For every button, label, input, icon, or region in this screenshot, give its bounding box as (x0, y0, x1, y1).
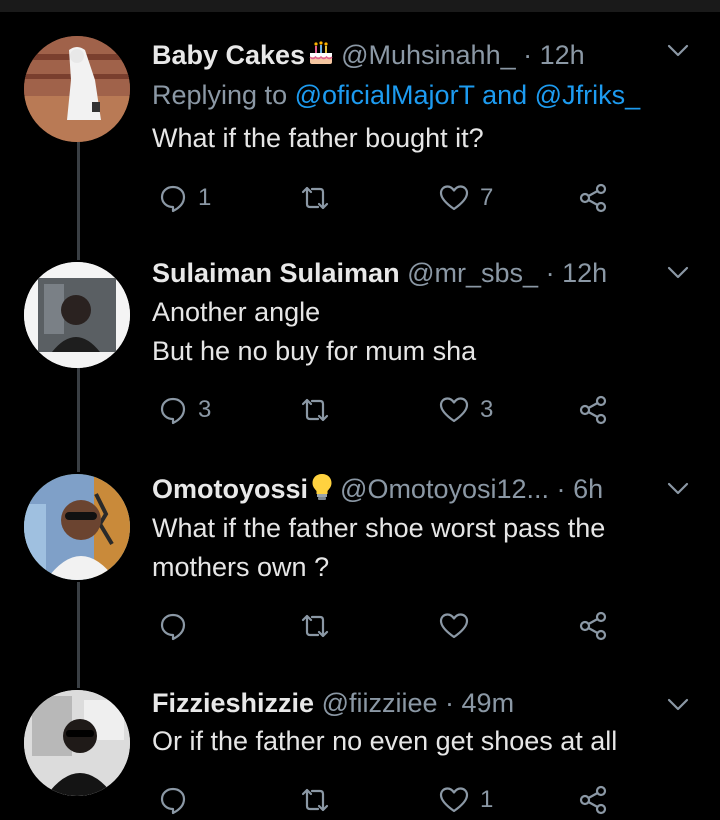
tweet-text: Another angle But he no buy for mum sha (152, 293, 692, 371)
handle[interactable]: @mr_sbs_ (407, 258, 538, 288)
timestamp[interactable]: 6h (573, 474, 603, 504)
reply-icon (158, 611, 188, 641)
replying-to: Replying to @oficialMajorT and @Jfriks_ (152, 78, 640, 112)
retweet-icon (298, 611, 332, 641)
share-icon (578, 183, 608, 213)
chevron-down-icon[interactable] (664, 258, 692, 286)
action-bar: 3 3 (152, 390, 632, 430)
action-bar (152, 606, 632, 646)
handle[interactable]: @fiizziiee (322, 688, 438, 718)
tweet-header: Sulaiman Sulaiman @mr_sbs_ · 12h (152, 256, 607, 290)
share-button[interactable] (578, 178, 608, 218)
reply-button[interactable] (158, 780, 188, 820)
thread-line (77, 582, 80, 688)
timestamp[interactable]: 12h (562, 258, 607, 288)
thread-line (77, 368, 80, 472)
reply-button[interactable]: 3 (158, 390, 211, 430)
separator-dot: · (523, 40, 533, 70)
tweet-text-line: Or if the father no even get shoes at al… (152, 726, 618, 756)
tweet-text: What if the father bought it? (152, 119, 692, 158)
share-icon (578, 395, 608, 425)
separator-dot: · (545, 258, 555, 288)
share-button[interactable] (578, 390, 608, 430)
heart-icon (438, 395, 470, 425)
display-name[interactable]: Sulaiman Sulaiman (152, 258, 400, 288)
top-bar (0, 0, 720, 12)
mention-link[interactable]: @Jfriks_ (535, 80, 640, 110)
retweet-icon (298, 785, 332, 815)
tweet-text-line: But he no buy for mum sha (152, 336, 477, 366)
retweet-button[interactable] (298, 178, 332, 218)
like-count: 3 (480, 396, 494, 423)
reply-button[interactable]: 1 (158, 178, 211, 218)
retweet-icon (298, 395, 332, 425)
display-name[interactable]: Fizzieshizzie (152, 688, 314, 718)
mention-and: and (482, 80, 528, 110)
like-button[interactable] (438, 606, 470, 646)
like-button[interactable]: 1 (438, 780, 493, 820)
chevron-down-icon[interactable] (664, 474, 692, 502)
tweet-text: What if the father shoe worst pass the m… (152, 509, 692, 587)
separator-dot: · (445, 688, 455, 718)
action-bar: 1 (152, 780, 632, 820)
reply-count: 1 (198, 184, 212, 211)
display-name[interactable]: Omotoyossi (152, 474, 308, 504)
avatar[interactable] (24, 36, 130, 142)
reply-button[interactable] (158, 606, 188, 646)
heart-icon (438, 183, 470, 213)
tweet-text-line: What if the father bought it? (152, 123, 484, 153)
retweet-button[interactable] (298, 780, 332, 820)
reply-icon (158, 395, 188, 425)
birthday-cake-emoji-icon (307, 39, 335, 75)
share-icon (578, 611, 608, 641)
tweet-text-line: mothers own ? (152, 552, 330, 582)
tweet-header: Baby Cakes @Muhsinahh_ · 12h (152, 38, 585, 75)
share-button[interactable] (578, 780, 608, 820)
tweet-text-line: What if the father shoe worst pass the (152, 513, 606, 543)
like-count: 1 (480, 786, 494, 813)
timestamp[interactable]: 49m (462, 688, 515, 718)
retweet-button[interactable] (298, 606, 332, 646)
reply-count: 3 (198, 396, 212, 423)
display-name[interactable]: Baby Cakes (152, 40, 305, 70)
mention-link[interactable]: @oficialMajorT (295, 80, 475, 110)
share-button[interactable] (578, 606, 608, 646)
reply-icon (158, 183, 188, 213)
heart-icon (438, 611, 470, 641)
avatar[interactable] (24, 474, 130, 580)
avatar[interactable] (24, 262, 130, 368)
like-button[interactable]: 7 (438, 178, 493, 218)
retweet-icon (298, 183, 332, 213)
tweet-text: Or if the father no even get shoes at al… (152, 722, 692, 761)
replying-to-label: Replying to (152, 80, 288, 110)
chevron-down-icon[interactable] (664, 36, 692, 64)
separator-dot: · (556, 474, 566, 505)
handle[interactable]: @Muhsinahh_ (341, 40, 516, 70)
avatar[interactable] (24, 690, 130, 796)
share-icon (578, 785, 608, 815)
reply-icon (158, 785, 188, 815)
like-count: 7 (480, 184, 494, 211)
action-bar: 1 7 (152, 178, 632, 218)
like-button[interactable]: 3 (438, 390, 493, 430)
tweet-text-line: Another angle (152, 297, 321, 327)
retweet-button[interactable] (298, 390, 332, 430)
thread-line (77, 142, 80, 260)
lightbulb-emoji-icon (310, 472, 334, 510)
tweet-header: Omotoyossi @Omotoyosi12... · 6h (152, 472, 603, 510)
timestamp[interactable]: 12h (540, 40, 585, 70)
tweet-header: Fizzieshizzie @fiizziiee · 49m (152, 686, 514, 720)
handle[interactable]: @Omotoyosi12... (340, 474, 549, 504)
heart-icon (438, 785, 470, 815)
chevron-down-icon[interactable] (664, 690, 692, 718)
